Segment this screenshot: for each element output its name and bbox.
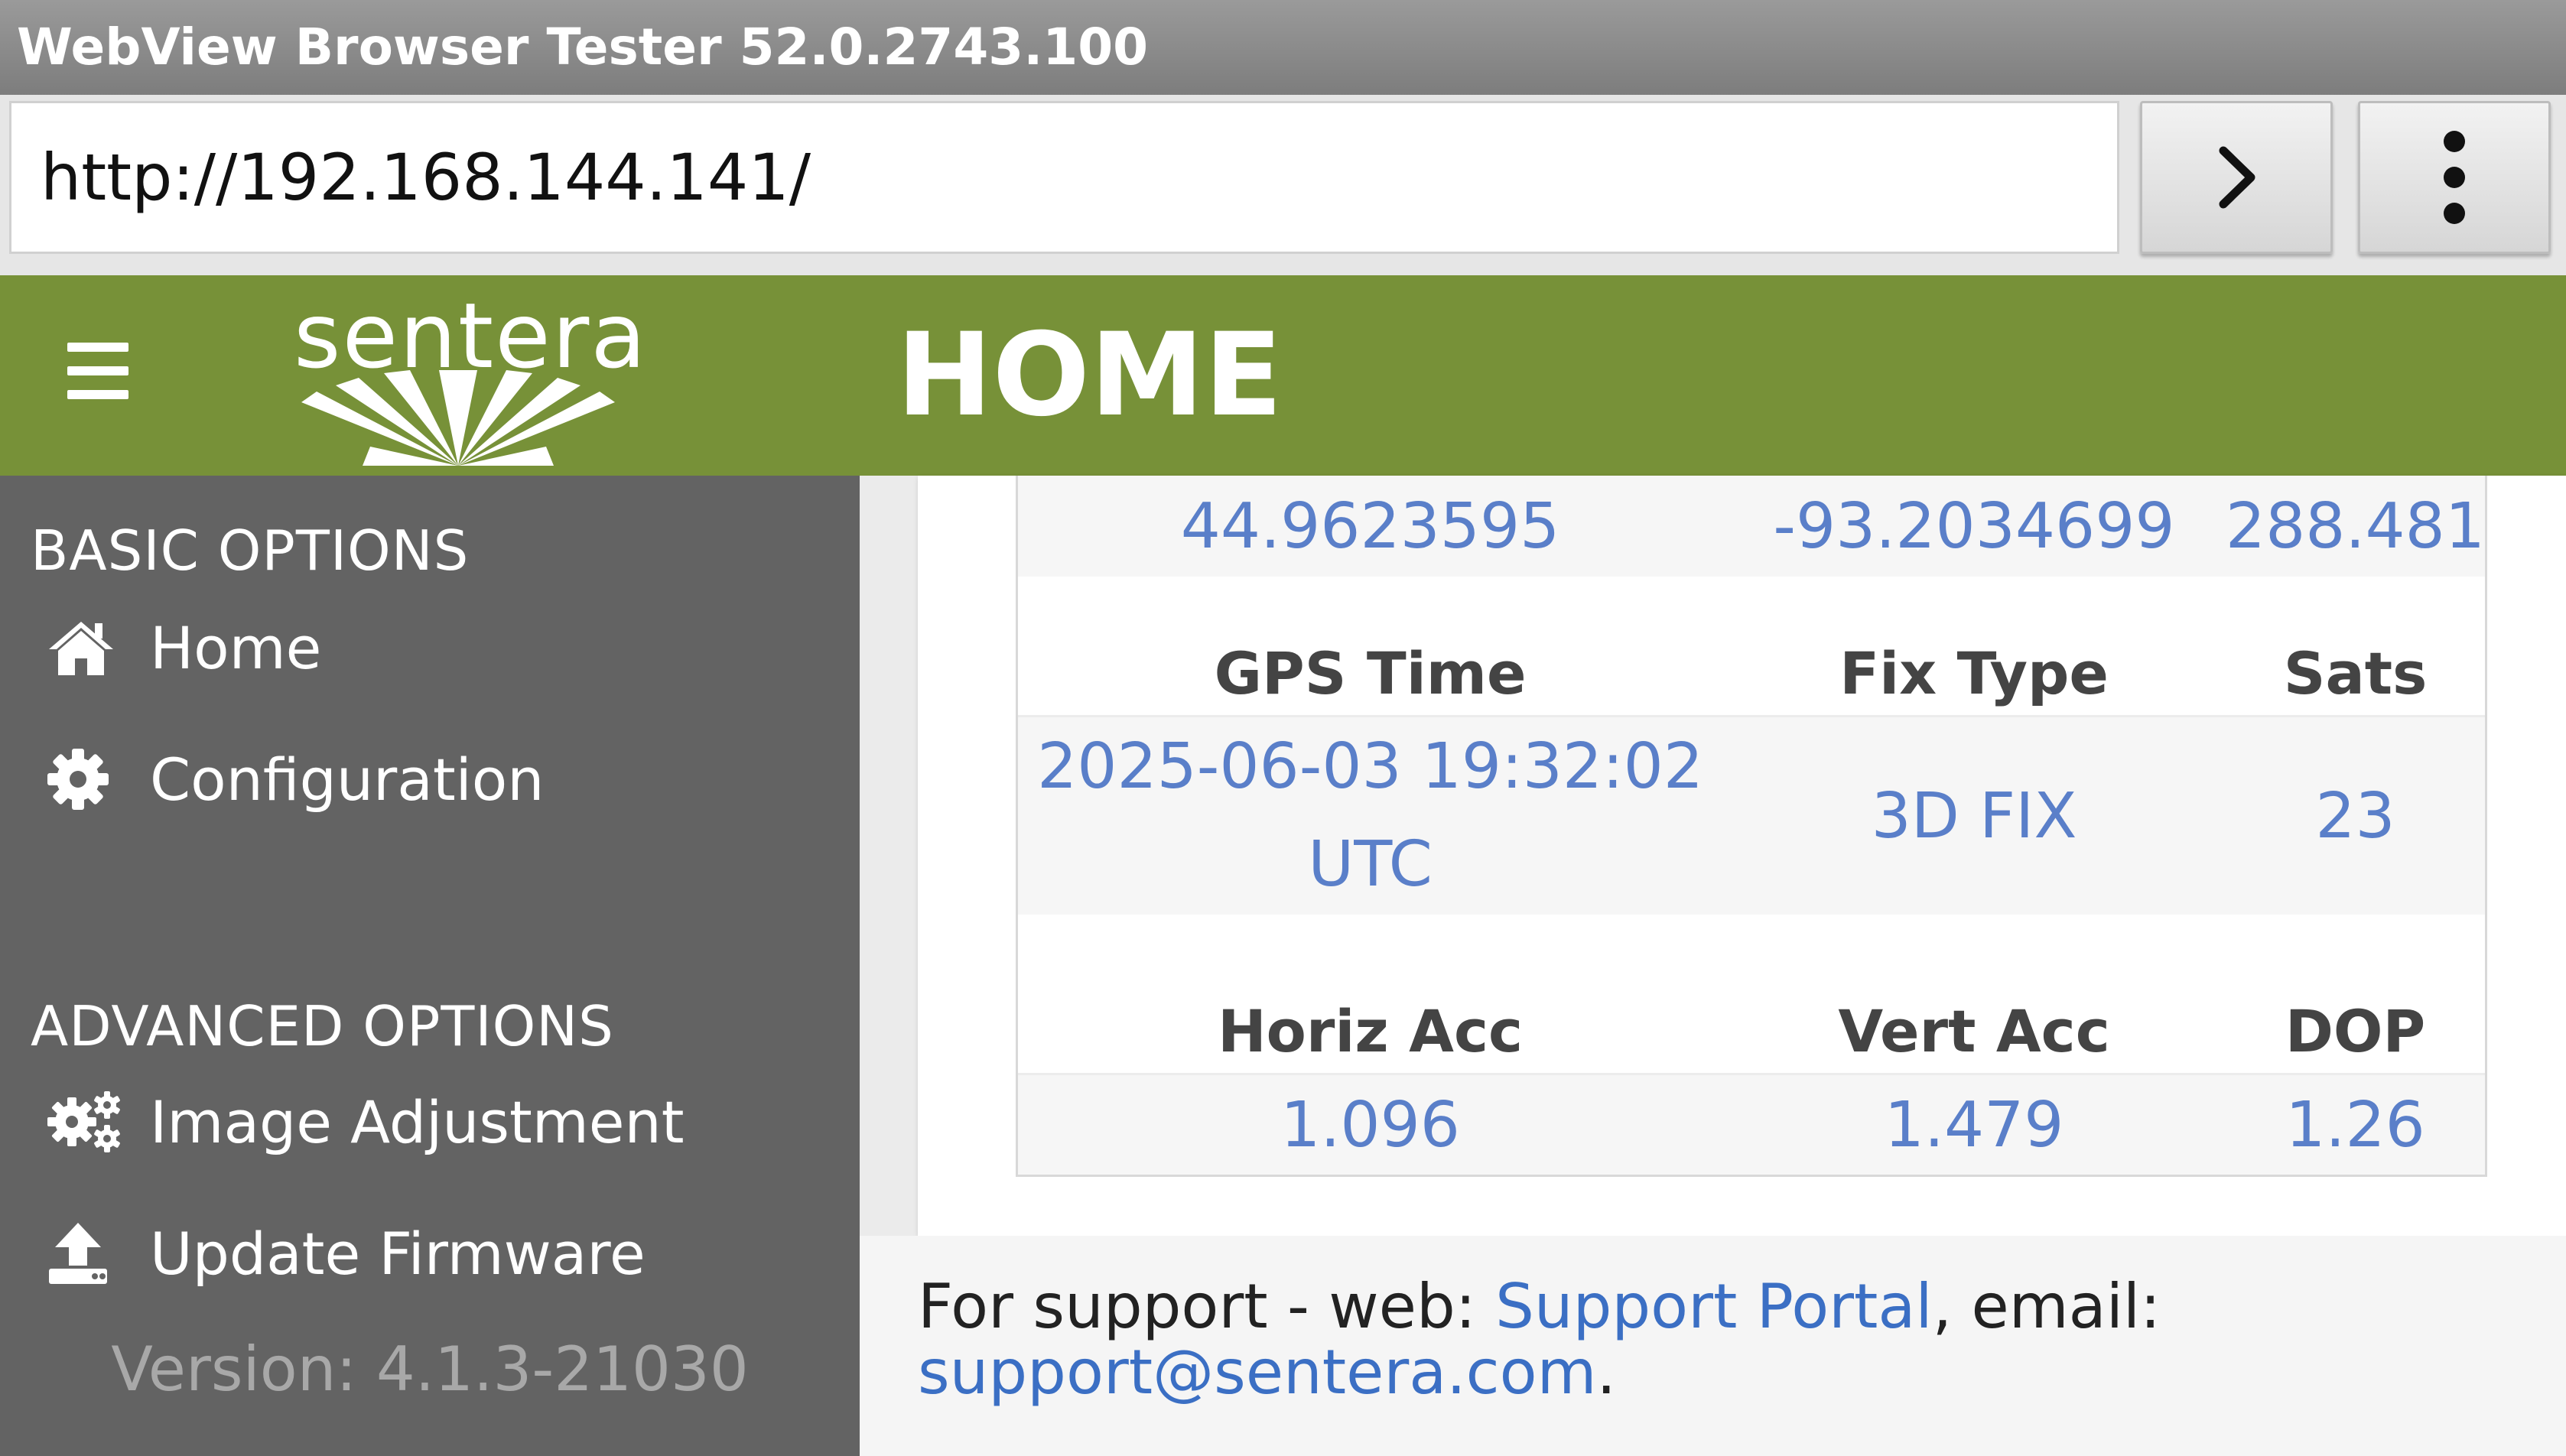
gps-time-date: 2025-06-03 19:32:02	[1037, 730, 1703, 803]
vert-acc-value: 1.479	[1884, 1088, 2064, 1162]
table-row: 44.9623595 -93.2034699 288.481	[1018, 476, 2485, 577]
table-row: 2025-06-03 19:32:02 UTC 3D FIX 23	[1018, 717, 2485, 915]
fix-type-value: 3D FIX	[1871, 779, 2077, 853]
gps-time-header: GPS Time	[1214, 639, 1527, 707]
gps-time-zone: UTC	[1308, 828, 1433, 901]
sidebar-item-configuration[interactable]: Configuration	[46, 737, 544, 821]
dop-header: DOP	[2285, 997, 2426, 1065]
gears-icon	[46, 1084, 122, 1160]
url-input[interactable]	[9, 101, 2119, 254]
basic-options-heading: BASIC OPTIONS	[31, 518, 470, 583]
gear-icon	[46, 741, 122, 817]
gps-status-card: 44.9623595 -93.2034699 288.481 GPS Time …	[918, 476, 2566, 1236]
longitude-value: -93.2034699	[1773, 489, 2175, 563]
window-title: WebView Browser Tester 52.0.2743.100	[0, 0, 2566, 95]
footer-prefix: For support - web:	[918, 1271, 1496, 1342]
sidebar-item-label: Configuration	[150, 745, 545, 814]
fix-type-header: Fix Type	[1839, 639, 2109, 707]
hamburger-menu-icon[interactable]	[67, 343, 128, 399]
overflow-menu-button[interactable]	[2358, 101, 2551, 254]
sats-value: 23	[2315, 779, 2395, 853]
sidebar-item-label: Image Adjustment	[150, 1087, 685, 1156]
sidebar-item-update-firmware[interactable]: Update Firmware	[46, 1211, 646, 1295]
more-vertical-icon	[2444, 131, 2465, 224]
table-header-row: GPS Time Fix Type Sats	[1018, 632, 2485, 717]
gps-table: 44.9623595 -93.2034699 288.481 GPS Time …	[1016, 476, 2487, 1177]
app-header: sentera HOME	[0, 275, 2566, 476]
support-email-link[interactable]: support@sentera.com	[918, 1337, 1597, 1408]
sidebar-item-label: Update Firmware	[150, 1219, 646, 1288]
dop-value: 1.26	[2285, 1088, 2425, 1162]
version-label: Version: 4.1.3-21030	[111, 1334, 749, 1405]
altitude-value: 288.481	[2225, 489, 2485, 563]
sidebar-item-home[interactable]: Home	[46, 606, 321, 690]
footer-middle: , email:	[1932, 1271, 2161, 1342]
chevron-right-icon	[2219, 146, 2255, 209]
latitude-value: 44.9623595	[1180, 489, 1560, 563]
sidebar-item-label: Home	[150, 613, 322, 682]
page-title: HOME	[896, 309, 1283, 442]
support-portal-link[interactable]: Support Portal	[1495, 1271, 1933, 1342]
go-button[interactable]	[2140, 101, 2333, 254]
footer-suffix: .	[1596, 1337, 1616, 1408]
upload-icon	[46, 1215, 122, 1292]
advanced-options-heading: ADVANCED OPTIONS	[31, 994, 614, 1058]
sats-header: Sats	[2283, 639, 2428, 707]
horiz-acc-header: Horiz Acc	[1218, 997, 1524, 1065]
vert-acc-header: Vert Acc	[1838, 997, 2110, 1065]
browser-toolbar	[0, 95, 2566, 275]
sentera-logo: sentera	[294, 286, 646, 470]
logo-fan-icon	[301, 370, 615, 466]
sidebar-item-image-adjustment[interactable]: Image Adjustment	[46, 1080, 685, 1164]
table-row: 1.096 1.479 1.26	[1018, 1075, 2485, 1175]
home-icon	[46, 609, 122, 686]
horiz-acc-value: 1.096	[1280, 1088, 1460, 1162]
table-header-row: Horiz Acc Vert Acc DOP	[1018, 990, 2485, 1075]
gps-time-value: 2025-06-03 19:32:02 UTC	[1018, 717, 1722, 915]
main-content: 44.9623595 -93.2034699 288.481 GPS Time …	[860, 476, 2566, 1456]
sidebar: BASIC OPTIONS Home Configuration ADVANCE…	[0, 476, 860, 1456]
support-footer: For support - web: Support Portal, email…	[860, 1236, 2566, 1456]
